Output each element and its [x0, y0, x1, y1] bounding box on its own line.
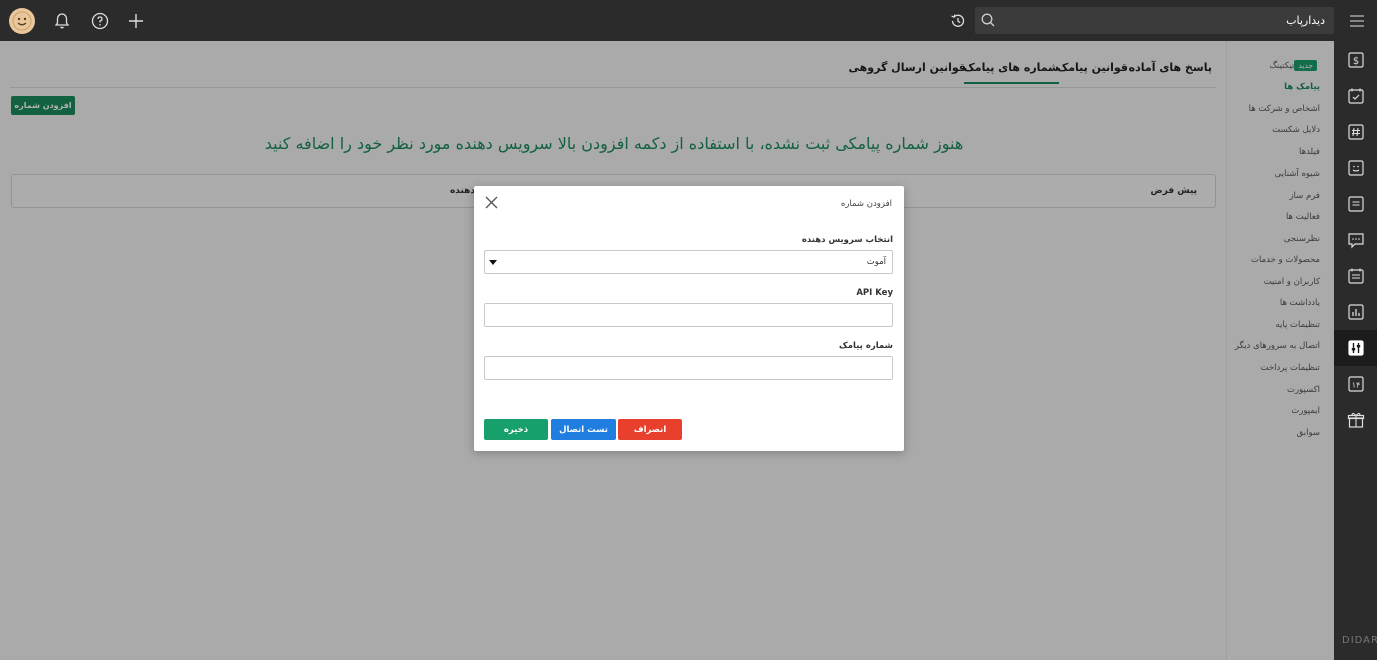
add-new-button[interactable] [124, 9, 148, 33]
chat-bubble-icon [1347, 233, 1364, 249]
hamburger-menu-icon [1350, 15, 1364, 27]
test-connection-button[interactable]: تست اتصال [551, 419, 616, 440]
rail-item-reports[interactable] [1334, 294, 1377, 330]
close-dialog-button[interactable] [483, 194, 499, 210]
add-number-dialog: افزودن شماره انتخاب سرویس دهنده آموت API… [474, 186, 904, 451]
rail-item-contacts[interactable] [1334, 150, 1377, 186]
rail-item-goals[interactable]: ۱۴ [1334, 366, 1377, 402]
rail-item-deals[interactable]: $ [1334, 42, 1377, 78]
notifications-button[interactable] [50, 9, 74, 33]
close-icon [485, 196, 497, 208]
rail-item-rewards[interactable] [1334, 402, 1377, 438]
provider-selected-value: آموت [866, 257, 886, 267]
smiley-icon [12, 11, 32, 31]
rail-item-settings[interactable] [1334, 330, 1377, 366]
save-button[interactable]: ذخیره [484, 419, 548, 440]
brand-logo: DIDAR [1342, 635, 1377, 646]
rail-item-notes[interactable] [1334, 186, 1377, 222]
number-box-icon: ۱۴ [1347, 376, 1364, 392]
help-button[interactable] [88, 9, 112, 33]
document-icon [1347, 196, 1364, 212]
cancel-button[interactable]: انصراف [618, 419, 682, 440]
smile-box-icon [1347, 160, 1364, 176]
module-rail: $ ۱۴ DIDAR [1334, 41, 1377, 660]
plus-icon [129, 14, 143, 28]
calendar-icon [1347, 268, 1364, 284]
hashtag-icon [1347, 124, 1364, 140]
provider-select[interactable]: آموت [484, 250, 893, 274]
gift-icon [1347, 412, 1364, 428]
search-icon [981, 13, 995, 27]
sms-number-label: شماره پیامک [839, 341, 893, 351]
history-button[interactable] [946, 9, 970, 33]
rail-item-calendar[interactable] [1334, 258, 1377, 294]
svg-text:$: $ [1352, 56, 1358, 67]
rail-item-tags[interactable] [1334, 114, 1377, 150]
history-icon [951, 14, 965, 27]
rail-item-tasks[interactable] [1334, 78, 1377, 114]
dropdown-arrow-icon [489, 260, 497, 265]
top-bar [0, 0, 1377, 41]
global-search [975, 7, 1334, 34]
help-icon [91, 12, 109, 30]
search-input[interactable] [999, 7, 1329, 34]
api-key-input[interactable] [484, 303, 893, 327]
svg-text:۱۴: ۱۴ [1351, 381, 1360, 390]
sms-number-input[interactable] [484, 356, 893, 380]
provider-label: انتخاب سرویس دهنده [801, 235, 893, 245]
rail-item-messages[interactable] [1334, 222, 1377, 258]
user-avatar[interactable] [9, 8, 35, 34]
dialog-title: افزودن شماره [840, 199, 892, 209]
main-menu-button[interactable] [1345, 9, 1369, 33]
bar-chart-icon [1347, 304, 1364, 320]
dollar-icon: $ [1347, 52, 1364, 68]
calendar-check-icon [1347, 88, 1364, 104]
settings-sliders-icon [1347, 340, 1364, 356]
api-key-label: API Key [856, 288, 893, 298]
bell-icon [54, 13, 70, 29]
